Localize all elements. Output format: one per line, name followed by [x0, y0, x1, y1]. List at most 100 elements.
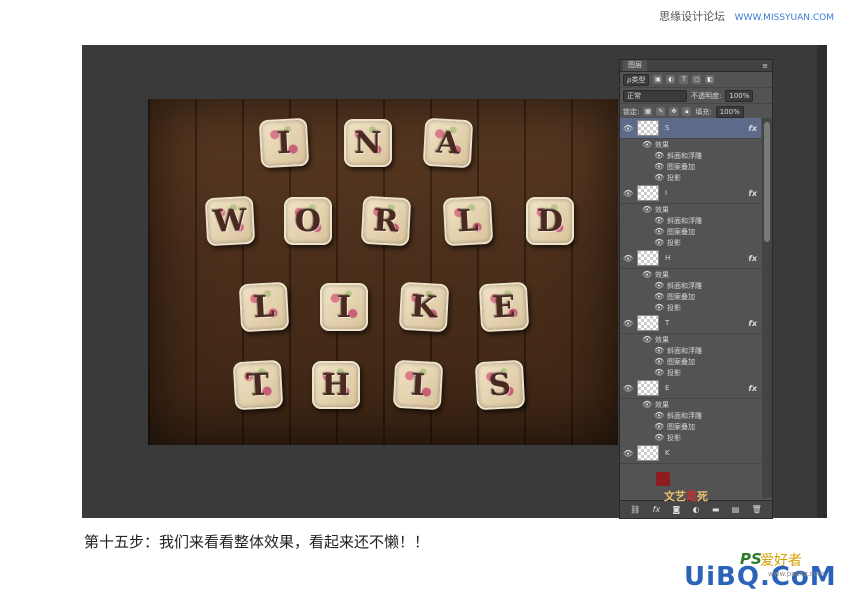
layer-thumbnail — [637, 250, 659, 266]
document-canvas[interactable]: INAWORLDLIKETHIS — [148, 99, 618, 445]
eye-icon[interactable]: 👁︎ — [642, 400, 652, 409]
eye-icon[interactable]: 👁︎ — [623, 384, 633, 393]
eye-icon[interactable]: 👁︎ — [654, 346, 664, 355]
effect-item[interactable]: 👁︎ 投影 — [620, 237, 761, 248]
effects-group[interactable]: 👁︎ 效果 — [620, 269, 761, 280]
lock-move-icon[interactable]: ✥ — [669, 107, 679, 116]
letter-tile: I — [320, 283, 368, 331]
trash-icon[interactable]: 🗑︎ — [752, 505, 762, 514]
eye-icon[interactable]: 👁︎ — [623, 319, 633, 328]
effect-item[interactable]: 👁︎ 投影 — [620, 302, 761, 313]
effect-item[interactable]: 👁︎ 斜面和浮雕 — [620, 215, 761, 226]
fx-badge[interactable]: fx — [748, 384, 757, 393]
effect-name: 图案叠加 — [667, 357, 695, 366]
eye-icon[interactable]: 👁︎ — [654, 281, 664, 290]
layer-row[interactable]: 👁︎ Sfx — [620, 118, 761, 139]
eye-icon[interactable]: 👁︎ — [623, 124, 633, 133]
eye-icon[interactable]: 👁︎ — [654, 368, 664, 377]
filter-smart-icon[interactable]: ◧ — [705, 75, 715, 84]
eye-icon[interactable]: 👁︎ — [654, 162, 664, 171]
lock-transparent-icon[interactable]: ▦ — [643, 107, 653, 116]
effect-item[interactable]: 👁︎ 投影 — [620, 367, 761, 378]
effects-group[interactable]: 👁︎ 效果 — [620, 399, 761, 410]
letter-tile: K — [398, 281, 450, 333]
blend-mode-select[interactable]: 正常 — [623, 89, 687, 102]
panel-menu-icon[interactable]: ≡ — [762, 62, 772, 70]
eye-icon[interactable]: 👁︎ — [654, 227, 664, 236]
effect-item[interactable]: 👁︎ 图案叠加 — [620, 291, 761, 302]
eye-icon[interactable]: 👁︎ — [654, 151, 664, 160]
eye-icon[interactable]: 👁︎ — [642, 335, 652, 344]
fx-badge[interactable]: fx — [748, 254, 757, 263]
fx-icon[interactable]: fx — [653, 505, 661, 514]
effect-name: 斜面和浮雕 — [667, 151, 702, 160]
link-icon[interactable]: ⛓︎ — [630, 505, 640, 514]
effects-label: 效果 — [655, 335, 669, 344]
layer-row[interactable]: 👁︎ Efx — [620, 378, 761, 399]
filter-kind-select[interactable]: ρ类型 — [623, 73, 650, 86]
layer-row[interactable]: 👁︎ Tfx — [620, 313, 761, 334]
eye-icon[interactable]: 👁︎ — [654, 433, 664, 442]
layer-name: E — [665, 384, 670, 392]
effect-item[interactable]: 👁︎ 斜面和浮雕 — [620, 410, 761, 421]
eye-icon[interactable]: 👁︎ — [654, 292, 664, 301]
eye-icon[interactable]: 👁︎ — [623, 254, 633, 263]
effect-item[interactable]: 👁︎ 图案叠加 — [620, 356, 761, 367]
fill-label: 填充: — [695, 107, 712, 116]
layer-row[interactable]: 👁︎ Hfx — [620, 248, 761, 269]
eye-icon[interactable]: 👁︎ — [654, 173, 664, 182]
effect-name: 斜面和浮雕 — [667, 411, 702, 420]
effect-name: 图案叠加 — [667, 162, 695, 171]
fx-badge[interactable]: fx — [748, 189, 757, 198]
eye-icon[interactable]: 👁︎ — [654, 357, 664, 366]
eye-icon[interactable]: 👁︎ — [642, 140, 652, 149]
effects-group[interactable]: 👁︎ 效果 — [620, 334, 761, 345]
eye-icon[interactable]: 👁︎ — [642, 270, 652, 279]
effect-item[interactable]: 👁︎ 图案叠加 — [620, 226, 761, 237]
eye-icon[interactable]: 👁︎ — [623, 189, 633, 198]
effect-name: 投影 — [667, 173, 681, 182]
effect-item[interactable]: 👁︎ 投影 — [620, 172, 761, 183]
effects-group[interactable]: 👁︎ 效果 — [620, 204, 761, 215]
fx-badge[interactable]: fx — [748, 124, 757, 133]
fill-input[interactable]: 100% — [715, 105, 744, 118]
eye-icon[interactable]: 👁︎ — [623, 449, 633, 458]
photoshop-workspace: INAWORLDLIKETHIS 图层 ≡ ρ类型 ▣ ◐ T ▢ ◧ 正常 不… — [82, 45, 827, 519]
eye-icon[interactable]: 👁︎ — [654, 238, 664, 247]
eye-icon[interactable]: 👁︎ — [654, 411, 664, 420]
effect-item[interactable]: 👁︎ 图案叠加 — [620, 421, 761, 432]
layer-name: H — [665, 254, 671, 262]
effect-item[interactable]: 👁︎ 斜面和浮雕 — [620, 345, 761, 356]
eye-icon[interactable]: 👁︎ — [654, 303, 664, 312]
adjustment-icon[interactable]: ◐ — [693, 505, 700, 514]
effect-item[interactable]: 👁︎ 图案叠加 — [620, 161, 761, 172]
filter-adjustment-icon[interactable]: ◐ — [666, 75, 676, 84]
scroll-thumb[interactable] — [764, 122, 770, 242]
effect-item[interactable]: 👁︎ 斜面和浮雕 — [620, 150, 761, 161]
letter-tile: I — [258, 117, 310, 169]
letter-tile: O — [284, 197, 332, 245]
tab-layers[interactable]: 图层 — [623, 60, 647, 71]
folder-icon[interactable]: ▬ — [712, 505, 720, 514]
opacity-input[interactable]: 100% — [725, 89, 754, 102]
eye-icon[interactable]: 👁︎ — [654, 216, 664, 225]
eye-icon[interactable]: 👁︎ — [642, 205, 652, 214]
effect-item[interactable]: 👁︎ 斜面和浮雕 — [620, 280, 761, 291]
new-layer-icon[interactable]: ▤ — [732, 505, 740, 514]
layers-list: 👁︎ Sfx 👁︎ 效果 👁︎ 斜面和浮雕 👁︎ 图案叠加 👁︎ 投影 👁︎ Ifx 👁︎ 效果 👁︎ 斜面和… — [620, 118, 761, 498]
effect-item[interactable]: 👁︎ 投影 — [620, 432, 761, 443]
filter-type-icon[interactable]: T — [679, 75, 689, 84]
layers-scrollbar[interactable] — [762, 118, 772, 498]
effects-group[interactable]: 👁︎ 效果 — [620, 139, 761, 150]
site-credit-name: 思缘设计论坛 — [659, 10, 726, 23]
eye-icon[interactable]: 👁︎ — [654, 422, 664, 431]
layer-row[interactable]: 👁︎ Ifx — [620, 183, 761, 204]
lock-all-icon[interactable]: 🔒︎ — [682, 107, 692, 116]
layer-row[interactable]: 👁︎ K — [620, 443, 761, 464]
mask-icon[interactable]: ◙ — [673, 505, 681, 514]
effect-name: 投影 — [667, 303, 681, 312]
filter-pixel-icon[interactable]: ▣ — [653, 75, 663, 84]
filter-shape-icon[interactable]: ▢ — [692, 75, 702, 84]
lock-paint-icon[interactable]: ✎ — [656, 107, 666, 116]
fx-badge[interactable]: fx — [748, 319, 757, 328]
